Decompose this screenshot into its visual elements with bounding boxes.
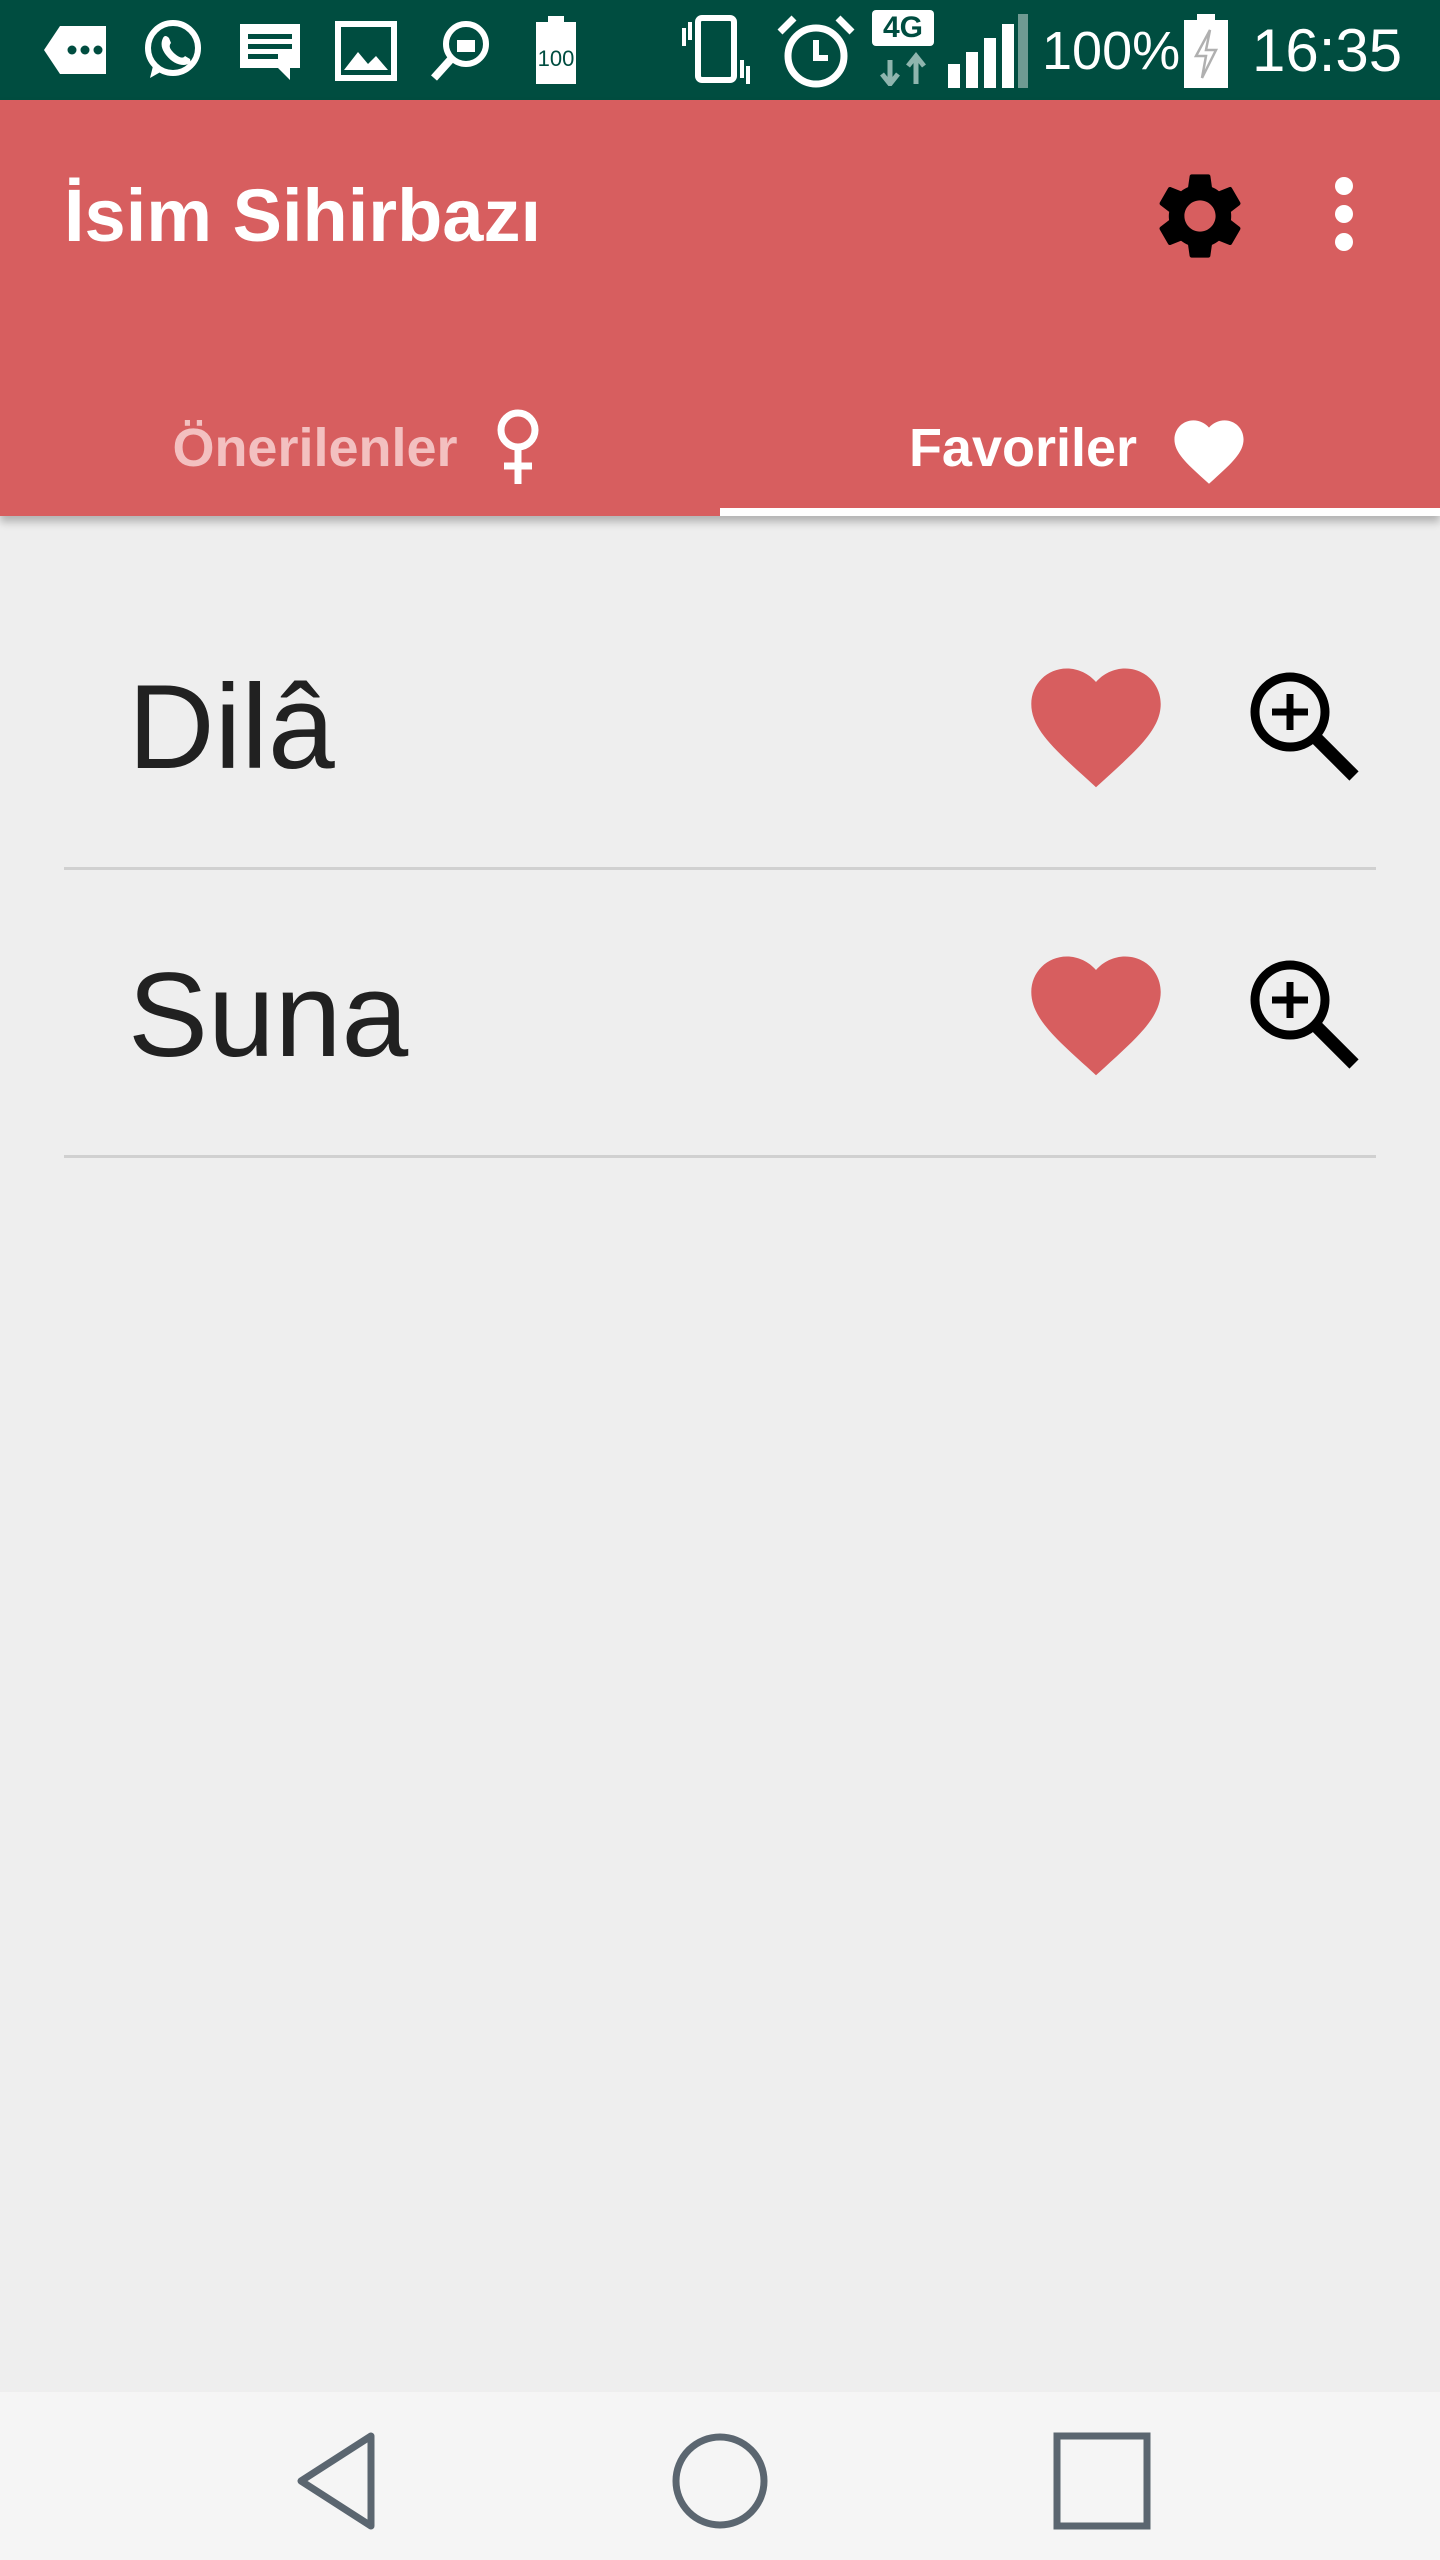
favorites-list: Dilâ Suna — [0, 582, 1440, 1158]
vibrate-icon — [682, 15, 750, 84]
battery-charging-icon — [1184, 14, 1228, 88]
network-4g-icon: 4G — [872, 10, 934, 90]
name-label: Dilâ — [128, 660, 335, 794]
recent-apps-button[interactable] — [1047, 2426, 1157, 2536]
zoom-in-icon — [1250, 672, 1359, 781]
battery-percent: 100% — [1042, 21, 1181, 81]
navigation-bar — [0, 2392, 1440, 2560]
list-item: Suna — [0, 870, 1440, 1158]
zoom-in-button[interactable] — [1244, 666, 1362, 784]
alarm-icon — [777, 15, 855, 88]
back-button[interactable] — [285, 2426, 395, 2536]
whatsapp-icon — [145, 20, 201, 78]
tab-favorites-label: Favoriler — [908, 418, 1138, 478]
settings-icon — [1159, 174, 1241, 258]
heart-icon — [1031, 956, 1161, 1076]
recent-apps-icon — [1053, 2432, 1151, 2530]
name-label: Suna — [128, 948, 409, 1082]
message-icon — [240, 24, 300, 80]
list-item: Dilâ — [0, 582, 1440, 870]
zoom-in-icon — [1250, 960, 1359, 1069]
app-bar: İsim Sihirbazı Önerilenler Favoriler — [0, 100, 1440, 516]
favorite-toggle-button[interactable] — [1030, 952, 1162, 1080]
settings-button[interactable] — [1148, 164, 1252, 268]
favorite-toggle-button[interactable] — [1030, 664, 1162, 792]
tab-suggested-label: Önerilenler — [172, 418, 458, 478]
search-briefcase-icon — [431, 21, 489, 81]
home-button[interactable] — [665, 2426, 775, 2536]
signal-icon — [948, 14, 1028, 88]
more-vert-icon — [1335, 177, 1353, 251]
svg-text:100: 100 — [538, 46, 575, 71]
tab-indicator — [720, 508, 1440, 516]
back-icon — [297, 2432, 375, 2530]
app-title: İsim Sihirbazı — [64, 174, 542, 257]
divider — [64, 1155, 1376, 1158]
tab-favorites[interactable]: Favoriler — [720, 380, 1440, 516]
more-notifications-icon — [44, 26, 106, 74]
home-icon — [672, 2433, 768, 2529]
female-icon — [497, 409, 539, 484]
clock: 16:35 — [1252, 17, 1403, 84]
tab-suggested[interactable]: Önerilenler — [0, 380, 720, 516]
heart-icon — [1031, 668, 1161, 788]
heart-icon — [1174, 420, 1244, 484]
more-options-button[interactable] — [1296, 164, 1392, 268]
status-bar: 100 4G 100% 16:35 — [0, 0, 1440, 100]
battery-100-icon: 100 — [536, 16, 576, 84]
zoom-in-button[interactable] — [1244, 954, 1362, 1072]
image-icon — [335, 21, 397, 81]
